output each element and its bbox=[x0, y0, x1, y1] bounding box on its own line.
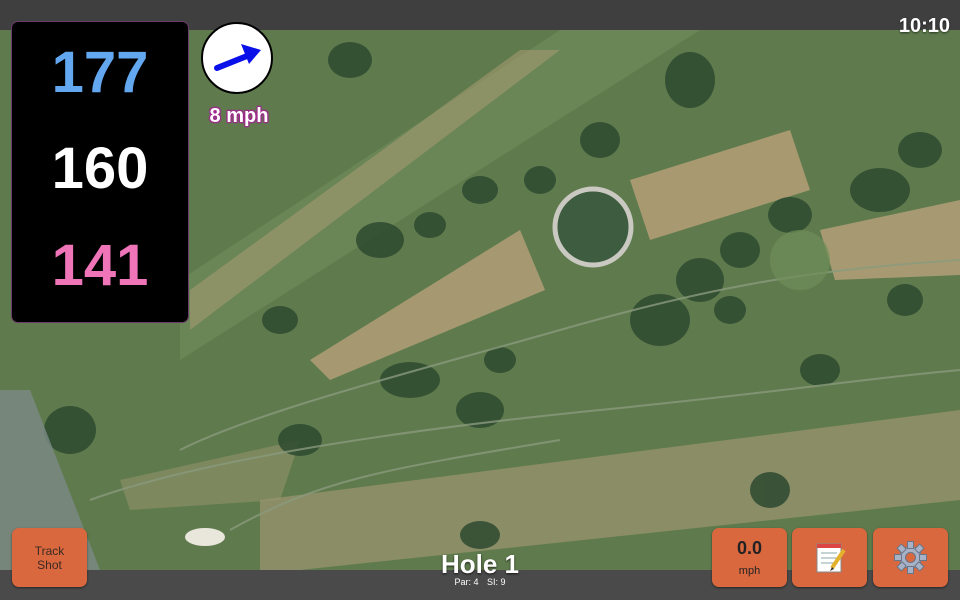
track-shot-label-line1: Track bbox=[34, 543, 65, 558]
speed-unit: mph bbox=[738, 565, 761, 577]
distance-panel: 177 160 141 bbox=[12, 22, 188, 322]
speed-button[interactable]: 0.0 mph bbox=[712, 528, 787, 587]
arrow-icon bbox=[214, 44, 261, 71]
notes-button[interactable] bbox=[792, 528, 867, 587]
distance-middle: 160 bbox=[51, 136, 149, 201]
notepad-icon bbox=[816, 543, 846, 573]
track-shot-label-line2: Shot bbox=[37, 557, 62, 572]
wind-direction-dial bbox=[201, 22, 273, 94]
settings-button[interactable] bbox=[873, 528, 948, 587]
hole-title: Hole 1 bbox=[440, 549, 520, 579]
hole-info: Par: 4 SI: 9 bbox=[380, 577, 580, 588]
wind-speed-label: 8 mph bbox=[209, 105, 269, 127]
distance-front: 141 bbox=[51, 233, 149, 298]
hole-par: Par: 4 bbox=[454, 577, 479, 587]
speed-value: 0.0 bbox=[736, 538, 763, 558]
track-shot-button[interactable]: Track Shot bbox=[12, 528, 87, 587]
hole-stroke-index: SI: 9 bbox=[487, 577, 506, 587]
gear-icon bbox=[894, 541, 927, 574]
status-clock: 10:10 bbox=[898, 15, 950, 37]
distance-back: 177 bbox=[51, 40, 149, 105]
